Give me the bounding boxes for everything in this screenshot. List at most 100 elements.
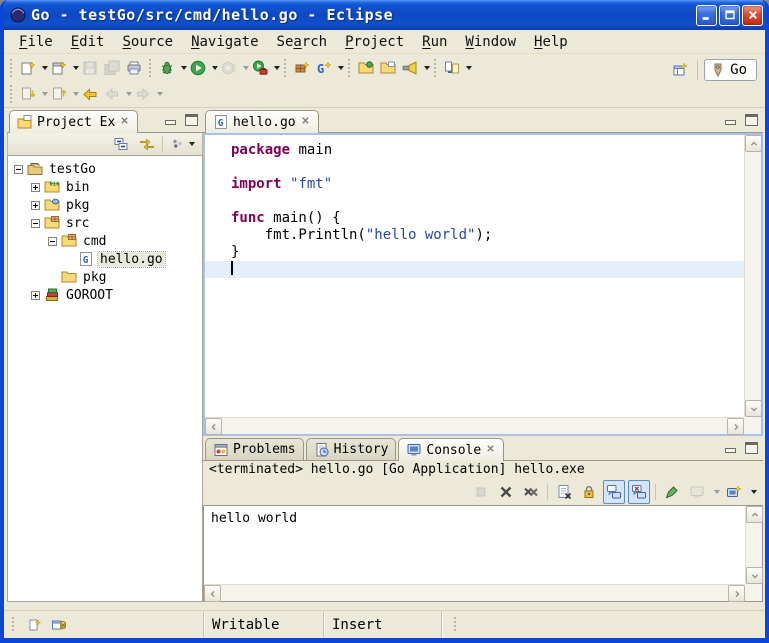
scroll-up-button[interactable]	[746, 506, 763, 523]
collapse-icon[interactable]	[14, 165, 23, 174]
toolbar-grip[interactable]	[283, 59, 288, 77]
maximize-button[interactable]	[719, 5, 740, 26]
menu-item-run[interactable]: Run	[413, 32, 456, 52]
console-body[interactable]: hello world	[203, 505, 763, 602]
display-selected-console-button[interactable]	[686, 480, 708, 504]
expand-icon[interactable]	[31, 201, 40, 210]
minimize-button[interactable]	[696, 5, 717, 26]
collapse-icon[interactable]	[31, 219, 40, 228]
maximize-console-button[interactable]	[744, 442, 759, 454]
console-vertical-scrollbar[interactable]	[745, 506, 762, 584]
tab-history[interactable]: History	[306, 438, 397, 460]
debug-button[interactable]	[156, 56, 178, 80]
tree-item-bin[interactable]: 010bin	[8, 178, 202, 196]
open-perspective-button[interactable]	[669, 58, 691, 82]
terminate-button[interactable]	[470, 480, 492, 504]
tab-hello-go[interactable]: G hello.go	[205, 110, 319, 133]
last-edit-location-button[interactable]	[79, 82, 101, 106]
tree-item-testgo[interactable]: testGo	[8, 160, 202, 178]
close-button[interactable]	[742, 5, 763, 26]
show-on-stdout-button[interactable]	[603, 480, 625, 504]
tree-item-goroot[interactable]: GOROOT	[8, 286, 202, 304]
toolbar-grip[interactable]	[347, 59, 352, 77]
remove-all-terminated-button[interactable]	[520, 480, 542, 504]
new-wizard-button[interactable]	[17, 56, 39, 80]
minimize-console-button[interactable]	[723, 442, 738, 454]
menu-item-project[interactable]: Project	[336, 32, 413, 52]
scroll-right-button[interactable]	[728, 585, 745, 602]
minimize-view-button[interactable]	[163, 114, 178, 126]
tab-console[interactable]: Console	[398, 438, 504, 461]
remove-launch-button[interactable]	[495, 480, 517, 504]
new-project-button[interactable]	[48, 56, 70, 80]
menu-item-source[interactable]: Source	[113, 32, 182, 52]
run-button[interactable]	[187, 56, 209, 80]
save-all-button[interactable]	[101, 56, 123, 80]
scroll-right-button[interactable]	[727, 418, 744, 435]
collapse-icon[interactable]	[48, 237, 57, 246]
scroll-left-button[interactable]	[205, 418, 222, 435]
toolbar-grip[interactable]	[9, 59, 14, 77]
tree-item-pkg[interactable]: pkg	[8, 196, 202, 214]
pin-console-button[interactable]	[661, 480, 683, 504]
editor-body[interactable]: package mainimport "fmt"func main() { fm…	[203, 133, 763, 436]
console-horizontal-scrollbar[interactable]	[204, 584, 745, 601]
maximize-editor-button[interactable]	[744, 114, 759, 126]
tab-problems[interactable]: Problems	[205, 438, 304, 460]
chevron-down-icon[interactable]	[714, 490, 720, 494]
toolbar-grip[interactable]	[9, 85, 14, 103]
scroll-down-button[interactable]	[746, 567, 763, 584]
open-resource-button[interactable]	[377, 56, 399, 80]
annotation-nav-button[interactable]	[441, 56, 463, 80]
expand-icon[interactable]	[31, 291, 40, 300]
collapse-all-button[interactable]	[110, 132, 132, 156]
save-button[interactable]	[79, 56, 101, 80]
menu-item-help[interactable]: Help	[525, 32, 577, 52]
fast-view-icon[interactable]	[27, 617, 43, 633]
menu-item-file[interactable]: File	[10, 32, 62, 52]
forward-button[interactable]	[132, 82, 154, 106]
close-icon[interactable]	[119, 115, 130, 130]
editor-horizontal-scrollbar[interactable]	[205, 417, 744, 434]
scroll-down-button[interactable]	[745, 400, 762, 417]
toolbar-grip[interactable]	[453, 617, 458, 633]
go-perspective-button[interactable]: Go	[704, 59, 757, 81]
link-with-editor-button[interactable]	[136, 132, 158, 156]
title-bar[interactable]: Go - testGo/src/cmd/hello.go - Eclipse	[0, 0, 769, 30]
chevron-down-icon[interactable]	[751, 490, 757, 494]
view-menu-button[interactable]	[167, 132, 198, 156]
editor-vertical-scrollbar[interactable]	[744, 135, 761, 417]
scroll-up-button[interactable]	[745, 135, 762, 152]
tree-item-src[interactable]: src	[8, 214, 202, 232]
minimize-editor-button[interactable]	[723, 114, 738, 126]
clear-console-button[interactable]	[553, 480, 575, 504]
tree-item-hello-go[interactable]: Ghello.go	[8, 250, 202, 268]
tree-item-pkg[interactable]: pkg	[8, 268, 202, 286]
menu-item-navigate[interactable]: Navigate	[182, 32, 267, 52]
search-button[interactable]	[399, 56, 421, 80]
back-button[interactable]	[101, 82, 123, 106]
chevron-down-icon[interactable]	[424, 66, 430, 70]
toolbar-grip[interactable]	[11, 617, 16, 633]
maximize-view-button[interactable]	[184, 114, 199, 126]
close-icon[interactable]	[300, 115, 311, 130]
scroll-left-button[interactable]	[204, 585, 221, 602]
chevron-down-icon[interactable]	[466, 66, 472, 70]
open-type-button[interactable]	[355, 56, 377, 80]
toolbar-grip[interactable]	[148, 59, 153, 77]
show-on-stderr-button[interactable]	[628, 480, 650, 504]
new-go-element-button[interactable]: G	[313, 56, 335, 80]
expand-icon[interactable]	[31, 183, 40, 192]
menu-item-search[interactable]: Search	[268, 32, 337, 52]
next-annotation-button[interactable]	[17, 82, 39, 106]
tab-project-explorer[interactable]: Project Ex	[9, 110, 138, 133]
scroll-lock-button[interactable]	[578, 480, 600, 504]
menu-item-edit[interactable]: Edit	[62, 32, 114, 52]
close-icon[interactable]	[485, 443, 496, 458]
chevron-down-icon[interactable]	[157, 92, 163, 96]
menu-item-window[interactable]: Window	[456, 32, 525, 52]
print-button[interactable]	[123, 56, 145, 80]
toolbar-grip[interactable]	[433, 59, 438, 77]
external-tools-button[interactable]	[249, 56, 271, 80]
new-package-button[interactable]	[291, 56, 313, 80]
